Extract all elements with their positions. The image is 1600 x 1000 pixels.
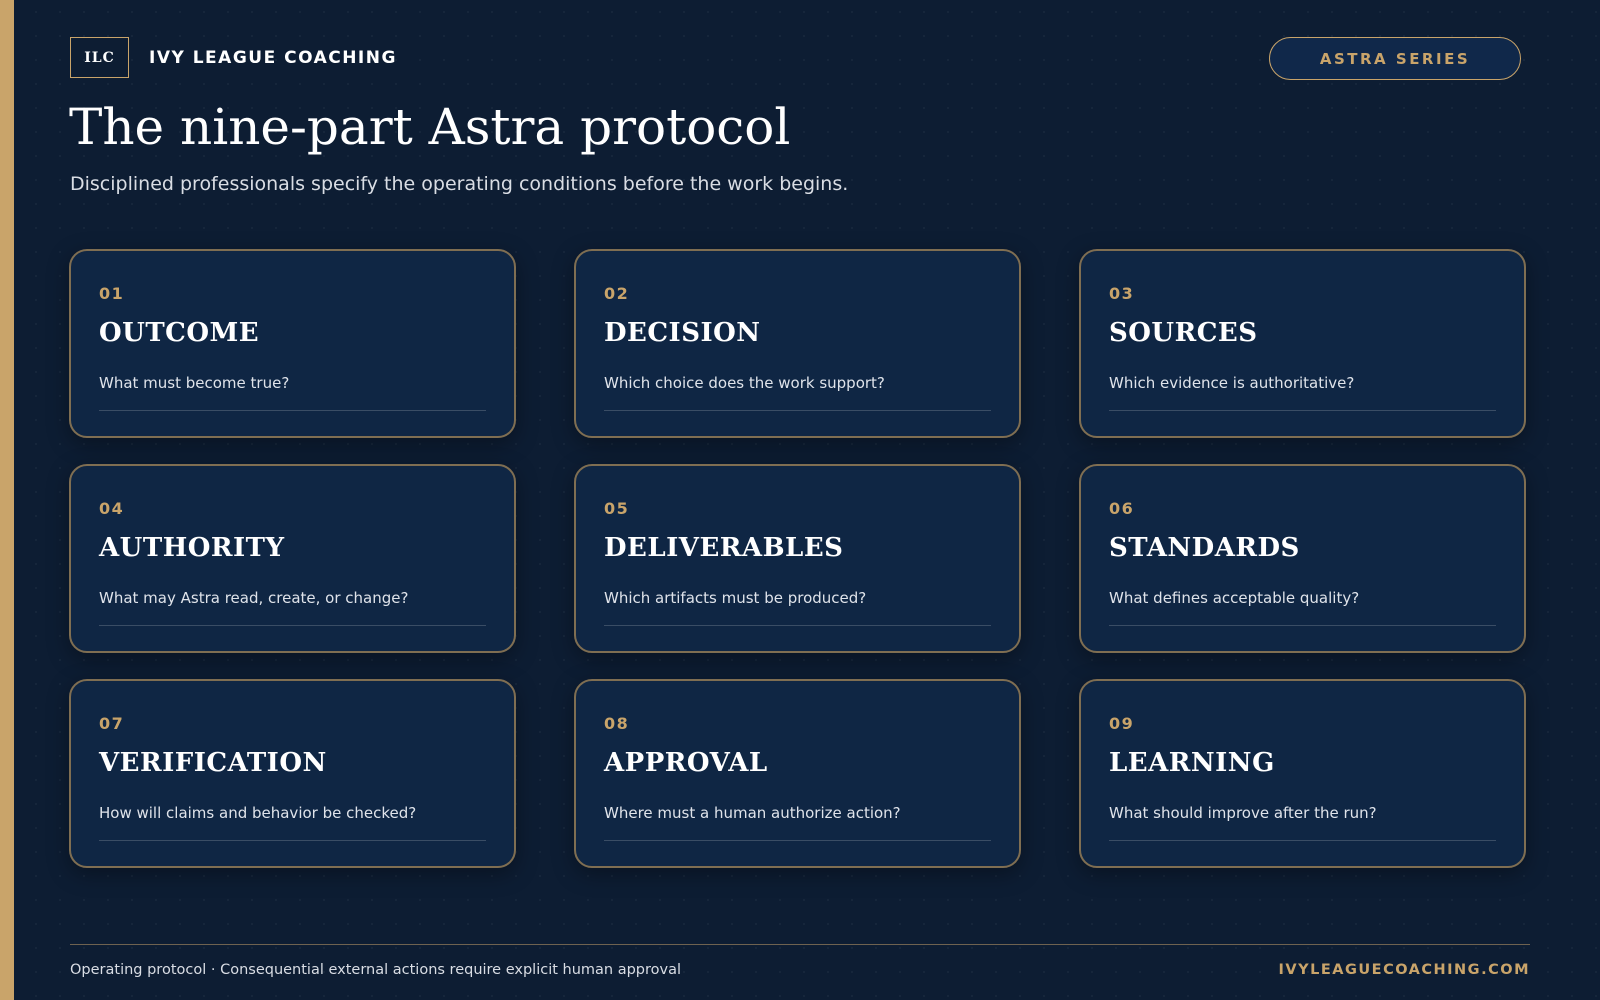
card-question: Which choice does the work support?	[604, 374, 885, 392]
card-question: Which artifacts must be produced?	[604, 589, 867, 607]
card-question: What should improve after the run?	[1109, 804, 1377, 822]
card-title: DECISION	[604, 318, 761, 348]
card-divider	[99, 625, 486, 626]
protocol-card-deliverables: 05 DELIVERABLES Which artifacts must be …	[574, 464, 1021, 653]
brand-header: ILC IVY LEAGUE COACHING	[70, 37, 397, 78]
card-title: OUTCOME	[99, 318, 260, 348]
card-divider	[1109, 840, 1496, 841]
card-divider	[1109, 410, 1496, 411]
protocol-card-outcome: 01 OUTCOME What must become true?	[69, 249, 516, 438]
card-question: Where must a human authorize action?	[604, 804, 901, 822]
card-title: LEARNING	[1109, 748, 1275, 778]
card-number: 01	[99, 284, 125, 303]
card-divider	[604, 625, 991, 626]
card-divider	[99, 410, 486, 411]
footer-website-link[interactable]: IVYLEAGUECOACHING.COM	[1279, 962, 1530, 978]
protocol-card-authority: 04 AUTHORITY What may Astra read, create…	[69, 464, 516, 653]
card-title: DELIVERABLES	[604, 533, 844, 563]
protocol-card-learning: 09 LEARNING What should improve after th…	[1079, 679, 1526, 868]
card-number: 09	[1109, 714, 1135, 733]
card-title: SOURCES	[1109, 318, 1258, 348]
card-question: How will claims and behavior be checked?	[99, 804, 417, 822]
footer-divider	[70, 944, 1530, 945]
card-title: AUTHORITY	[99, 533, 285, 563]
protocol-grid: 01 OUTCOME What must become true? 02 DEC…	[69, 249, 1526, 868]
brand-logo: ILC	[70, 37, 129, 78]
card-question: Which evidence is authoritative?	[1109, 374, 1355, 392]
card-title: VERIFICATION	[99, 748, 327, 778]
brand-name: IVY LEAGUE COACHING	[149, 47, 397, 68]
card-question: What may Astra read, create, or change?	[99, 589, 409, 607]
protocol-card-approval: 08 APPROVAL Where must a human authorize…	[574, 679, 1021, 868]
card-number: 03	[1109, 284, 1135, 303]
card-divider	[604, 840, 991, 841]
card-divider	[604, 410, 991, 411]
card-number: 02	[604, 284, 630, 303]
accent-bar	[0, 0, 14, 1000]
protocol-card-sources: 03 SOURCES Which evidence is authoritati…	[1079, 249, 1526, 438]
protocol-card-verification: 07 VERIFICATION How will claims and beha…	[69, 679, 516, 868]
card-divider	[1109, 625, 1496, 626]
card-number: 07	[99, 714, 125, 733]
card-number: 08	[604, 714, 630, 733]
card-number: 05	[604, 499, 630, 518]
series-badge: ASTRA SERIES	[1269, 37, 1521, 80]
card-divider	[99, 840, 486, 841]
card-question: What must become true?	[99, 374, 290, 392]
card-number: 04	[99, 499, 125, 518]
protocol-card-decision: 02 DECISION Which choice does the work s…	[574, 249, 1021, 438]
footer-note: Operating protocol · Consequential exter…	[70, 962, 682, 978]
page-title: The nine-part Astra protocol	[69, 98, 791, 156]
protocol-card-standards: 06 STANDARDS What defines acceptable qua…	[1079, 464, 1526, 653]
card-number: 06	[1109, 499, 1135, 518]
card-title: APPROVAL	[604, 748, 768, 778]
card-question: What defines acceptable quality?	[1109, 589, 1360, 607]
card-title: STANDARDS	[1109, 533, 1300, 563]
page-subtitle: Disciplined professionals specify the op…	[70, 173, 849, 195]
